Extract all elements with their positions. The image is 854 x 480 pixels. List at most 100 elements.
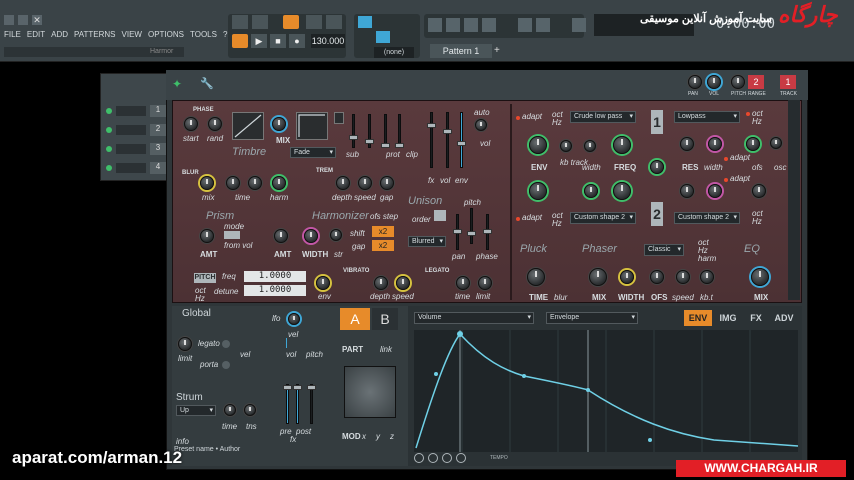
menu-patterns[interactable]: PATTERNS [74, 30, 115, 39]
channel-row[interactable]: 1 [106, 104, 168, 118]
channel-rack-icon[interactable] [464, 18, 478, 32]
add-pattern-icon[interactable]: + [494, 44, 504, 58]
fx-slider[interactable] [427, 112, 436, 168]
filter2-type-select[interactable]: Custom shape 2 [570, 212, 636, 224]
xy-pad[interactable] [344, 366, 396, 418]
pattern-none-select[interactable]: (none) [374, 47, 414, 58]
preset-name-field[interactable]: Preset name • Author [174, 446, 284, 455]
prism-mode-toggle[interactable] [224, 231, 240, 239]
eq-mix-knob[interactable] [751, 268, 769, 286]
plugin-options-icon[interactable]: ✦ [172, 77, 186, 91]
timbre-fade-select[interactable]: Fade [290, 147, 336, 158]
tab-fx[interactable]: FX [744, 310, 768, 326]
res-knob[interactable] [680, 137, 694, 151]
minimize-icon[interactable] [4, 15, 14, 25]
filter1-type-select[interactable]: Crude low pass [570, 111, 636, 123]
phaser-width-knob[interactable] [620, 270, 634, 284]
phaser-kbt-knob[interactable] [700, 270, 714, 284]
range-display[interactable]: 2 [748, 75, 764, 89]
tool-icon[interactable] [428, 453, 438, 463]
filter1-kb2-knob[interactable] [584, 184, 598, 198]
tab-adv[interactable]: ADV [770, 310, 798, 326]
right1-adapt-led[interactable] [724, 157, 728, 161]
prot-slider[interactable] [365, 114, 374, 148]
play-button[interactable]: ▶ [251, 34, 267, 48]
right2-b-knob[interactable] [708, 184, 722, 198]
loop-icon[interactable] [326, 15, 342, 29]
filter2-number[interactable]: 2 [651, 202, 663, 226]
filter1-number[interactable]: 1 [651, 110, 663, 134]
metronome-icon[interactable] [232, 15, 248, 29]
channel-row[interactable]: 4 [106, 161, 168, 175]
strum-time-knob[interactable] [224, 404, 236, 416]
right2-c-knob[interactable] [752, 184, 766, 198]
record-button[interactable]: ● [289, 34, 305, 48]
maximize-icon[interactable] [18, 15, 28, 25]
ofs-knob[interactable] [746, 137, 760, 151]
snap-toggle[interactable] [283, 15, 299, 29]
tool-icon[interactable] [442, 453, 452, 463]
unison-phase-slider[interactable] [483, 214, 492, 250]
auto-knob[interactable] [475, 119, 487, 131]
trem-depth-knob[interactable] [336, 176, 350, 190]
harmonizer-amt-knob[interactable] [274, 229, 288, 243]
sub-slider[interactable] [349, 114, 358, 148]
filter1-env-knob[interactable] [529, 136, 547, 154]
menu-file[interactable]: FILE [4, 30, 21, 39]
tab-img[interactable]: IMG [714, 310, 742, 326]
unison-pitch-slider[interactable] [467, 208, 476, 244]
post-slider[interactable] [293, 384, 302, 424]
tab-env[interactable]: ENV [684, 310, 712, 326]
filter1-adapt-led[interactable] [516, 116, 520, 120]
legato-toggle[interactable] [222, 340, 230, 348]
filter1-env2-knob[interactable] [529, 182, 547, 200]
right-scrollbar[interactable] [788, 100, 800, 300]
filter1-freq-knob[interactable] [613, 136, 631, 154]
close-icon[interactable]: ✕ [32, 15, 42, 25]
global-limit-knob[interactable] [178, 337, 192, 351]
pitch-freq-display[interactable]: 1.0000 [244, 271, 306, 282]
channel-row[interactable]: 3 [106, 142, 168, 156]
menu-options[interactable]: OPTIONS [148, 30, 184, 39]
tool-icon[interactable] [414, 453, 424, 463]
osc-knob[interactable] [770, 137, 782, 149]
pitch-detune-display[interactable]: 1.0000 [244, 285, 306, 296]
right1-oct-led[interactable] [746, 112, 750, 116]
phaser-type-select[interactable]: Classic [644, 244, 684, 256]
pitch-env-knob[interactable] [316, 276, 330, 290]
menu-tools[interactable]: TOOLS [190, 30, 217, 39]
envelope-target-select[interactable]: Volume [414, 312, 534, 324]
filter1-width-knob[interactable] [584, 140, 596, 152]
env-slider[interactable] [457, 112, 466, 168]
typing-keyboard-icon[interactable] [358, 16, 372, 28]
filter2-adapt-led[interactable] [516, 217, 520, 221]
blur-time-knob[interactable] [226, 176, 240, 190]
trem-gap-knob[interactable] [380, 176, 394, 190]
phaser-speed-knob[interactable] [676, 270, 690, 284]
prism-amt-knob[interactable] [200, 229, 214, 243]
filter1-freq2-knob[interactable] [613, 182, 631, 200]
help-icon[interactable] [572, 18, 586, 32]
envelope-kind-select[interactable]: Envelope [546, 312, 638, 324]
track-display[interactable]: 1 [780, 75, 796, 89]
timbre-mix-knob[interactable] [272, 117, 286, 131]
pre-slider[interactable] [283, 384, 292, 424]
rand-knob[interactable] [208, 117, 222, 131]
vibrato-depth-knob[interactable] [374, 276, 388, 290]
menu-add[interactable]: ADD [51, 30, 68, 39]
unison-pan-slider[interactable] [453, 214, 462, 250]
pattern-song-toggle[interactable] [232, 34, 248, 48]
legato-limit-knob[interactable] [478, 276, 492, 290]
clip-slider[interactable] [381, 114, 390, 148]
right1-type-select[interactable]: Lowpass [674, 111, 740, 123]
countdown-icon[interactable] [306, 15, 322, 29]
porta-toggle[interactable] [222, 361, 230, 369]
unison-mode-select[interactable]: Blurred [408, 236, 446, 247]
menu-edit[interactable]: EDIT [27, 30, 45, 39]
timbre-1-display[interactable] [232, 112, 264, 140]
harmonizer-str-knob[interactable] [330, 229, 342, 241]
envelope-graph[interactable] [414, 330, 799, 452]
strum-tns-knob[interactable] [244, 404, 256, 416]
blur-mix-knob[interactable] [200, 176, 214, 190]
pitch-knob[interactable] [731, 75, 745, 89]
